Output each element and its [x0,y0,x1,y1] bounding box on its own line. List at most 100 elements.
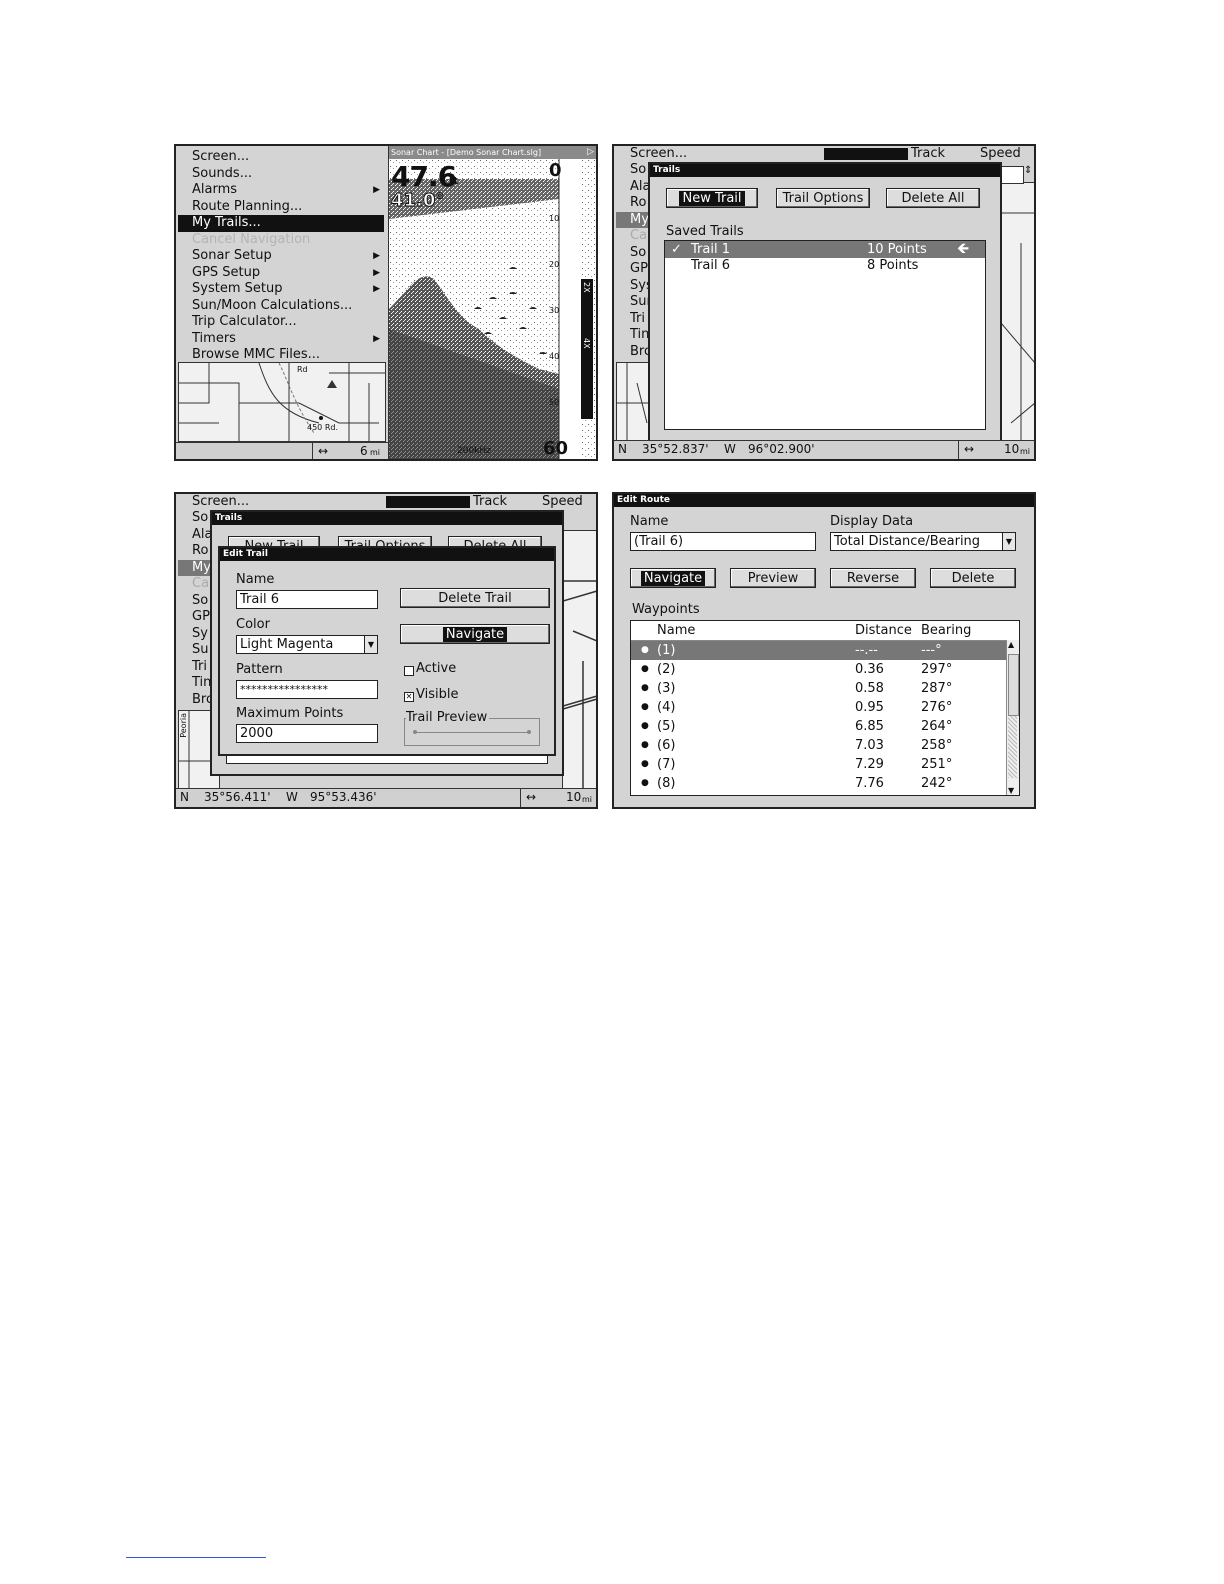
menu-item[interactable]: Screen... [178,149,384,166]
play-icon[interactable]: ▷ [587,146,594,159]
table-row[interactable]: ● (8) 7.76 242° [631,774,1007,793]
chevron-down-icon[interactable]: ▼ [1002,533,1015,550]
waypoint-bullet-icon: ● [641,664,649,674]
table-row[interactable]: ● (5) 6.85 264° [631,717,1007,736]
delete-button[interactable]: Delete [930,568,1016,588]
edit-trail-dialog: Edit Trail Name Trail 6 Color Light Mage… [218,546,556,756]
menu-item-partial[interactable]: Su [192,642,209,659]
waypoint-distance: --.-- [855,643,878,658]
active-checkbox[interactable] [404,666,414,676]
spin-icon[interactable]: ⇕ [1024,165,1032,176]
saved-trails-list[interactable]: ✓ Trail 1 10 Points 🡸 Trail 6 8 Points [664,240,986,430]
trail-name: Trail 6 [691,258,730,273]
waypoint-bearing: 264° [921,719,953,734]
visible-label: Visible [416,687,459,702]
menu-item-partial[interactable]: Tri [630,311,645,328]
menu-item-partial[interactable]: My [178,559,212,576]
menu-first-item[interactable]: Screen... [192,494,249,510]
menu-item-partial[interactable]: So [192,510,208,527]
delete-trail-button[interactable]: Delete Trail [400,588,550,608]
reverse-button[interactable]: Reverse [830,568,916,588]
visible-checkbox[interactable]: ✕ [404,692,414,702]
menu-item-partial[interactable]: Tri [192,659,207,676]
menu-item-partial[interactable]: GP [630,261,648,278]
new-trail-button[interactable]: New Trail [666,188,758,208]
menu-item-partial[interactable]: Ro [630,195,646,212]
menu-item-partial[interactable]: Tin [630,327,649,344]
waypoint-name: (8) [657,776,676,791]
waypoint-bearing: 258° [921,738,953,753]
waypoint-distance: 0.58 [855,681,884,696]
menu-item[interactable]: System Setup ▶ [178,281,384,298]
name-field[interactable]: Trail 6 [236,590,378,609]
color-select[interactable]: Light Magenta ▼ [236,635,378,654]
menu-item-partial[interactable]: So [630,162,646,179]
route-name-field[interactable]: (Trail 6) [630,532,816,551]
chevron-down-icon[interactable]: ▼ [364,636,377,653]
waypoint-name: (4) [657,700,676,715]
panel-main-menu: Screen... Sounds... Alarms ▶ Route Planning.… [174,144,598,461]
display-data-value: Total Distance/Bearing [834,534,981,549]
table-row[interactable]: ● (1) --.-- ---° [631,641,1007,660]
table-row[interactable]: ● (2) 0.36 297° [631,660,1007,679]
table-row[interactable]: ● (4) 0.95 276° [631,698,1007,717]
mini-map[interactable]: 450 Rd. Rd [178,362,386,442]
col-bearing-header[interactable]: Bearing [921,621,971,640]
menu-item[interactable]: Sun/Moon Calculations... [178,298,384,315]
navigate-button[interactable]: Navigate [630,568,716,588]
menu-first-item[interactable]: Screen... [630,146,687,162]
menu-item[interactable]: Sounds... [178,166,384,183]
menu-item-partial[interactable]: Ro [192,543,208,560]
table-row[interactable]: ● (3) 0.58 287° [631,679,1007,698]
navigate-button[interactable]: Navigate [400,624,550,644]
table-row[interactable]: ● (7) 7.29 251° [631,755,1007,774]
menu-item-partial[interactable]: My [616,211,650,228]
menu-item-partial[interactable]: GP [192,609,210,626]
delete-all-button[interactable]: Delete All [886,188,980,208]
preview-button[interactable]: Preview [730,568,816,588]
depth-readout: 47.6 [391,160,457,193]
scroll-up-icon[interactable]: ▲ [1008,640,1014,649]
menu-item-partial[interactable]: Ca [630,228,647,245]
menu-item-label: Sounds... [192,165,253,181]
menu-item-partial[interactable]: So [192,593,208,610]
trail-row[interactable]: ✓ Trail 1 10 Points 🡸 [665,241,985,258]
trail-preview-label: Trail Preview [406,710,490,725]
waypoint-bullet-icon: ● [641,702,649,712]
active-label: Active [416,661,457,676]
sonar-chart[interactable]: Sonar Chart - [Demo Sonar Chart.slg] ▷ 4… [388,146,596,459]
pattern-field[interactable]: **************** [236,680,378,699]
menu-item[interactable]: GPS Setup ▶ [178,265,384,282]
menu-item[interactable]: Alarms ▶ [178,182,384,199]
menu-item[interactable]: Sonar Setup ▶ [178,248,384,265]
table-row[interactable]: ● (6) 7.03 258° [631,736,1007,755]
scrollbar[interactable]: ▲ ▼ [1006,640,1019,795]
check-icon: ✓ [671,242,682,257]
menu-item-partial[interactable]: Ca [192,576,209,593]
header-speed: Speed [542,494,583,509]
menu-item-partial[interactable]: Tin [192,675,211,692]
trail-options-button[interactable]: Trail Options [776,188,870,208]
menu-item[interactable]: My Trails... [178,215,384,232]
dialog-title: Edit Trail [220,548,554,561]
waypoint-bullet-icon: ● [641,740,649,750]
scale-unit: mi [370,448,381,457]
menu-item[interactable]: Timers ▶ [178,331,384,348]
waypoint-bearing: 276° [921,700,953,715]
depth-tick-label: 20 [549,260,560,269]
scroll-track[interactable] [1008,716,1017,778]
col-distance-header[interactable]: Distance [855,621,912,640]
latitude: 35°56.411' [204,790,271,804]
waypoint-bearing: 297° [921,662,953,677]
max-points-field[interactable]: 2000 [236,724,378,743]
background-map [562,530,596,792]
menu-item-partial[interactable]: Sy [192,626,208,643]
trail-row[interactable]: Trail 6 8 Points [665,257,985,274]
menu-item[interactable]: Trip Calculator... [178,314,384,331]
col-name-header[interactable]: Name [657,621,695,640]
menu-item[interactable]: Route Planning... [178,199,384,216]
menu-item-partial[interactable]: So [630,245,646,262]
scroll-thumb[interactable] [1008,654,1019,716]
display-data-select[interactable]: Total Distance/Bearing ▼ [830,532,1016,551]
scroll-down-icon[interactable]: ▼ [1008,786,1014,795]
